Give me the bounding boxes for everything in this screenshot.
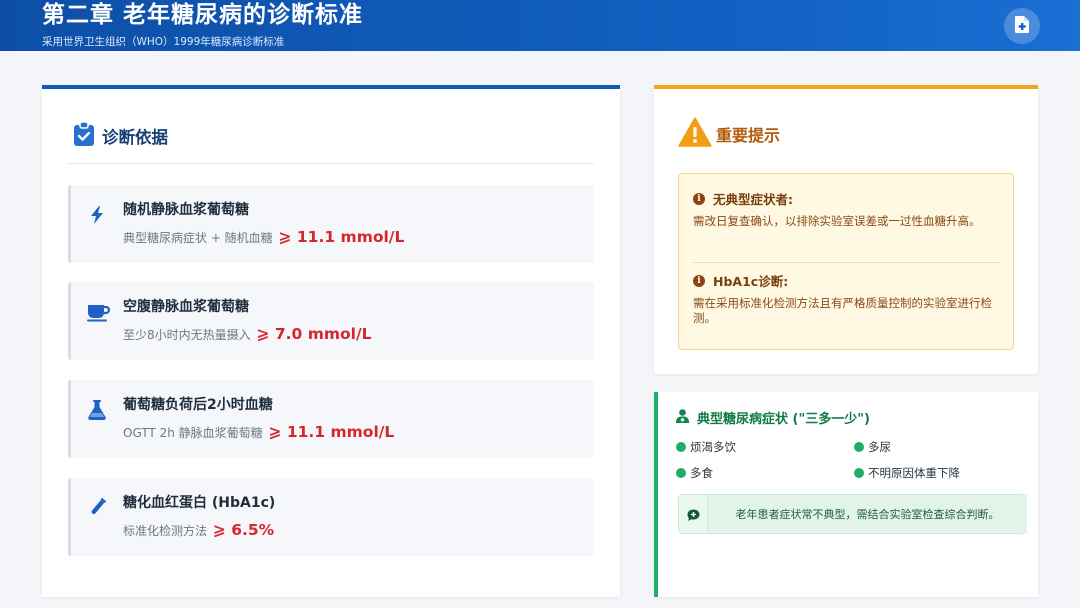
symptom-text: 不明原因体重下降 [868, 466, 960, 480]
criterion-value: ⩾ 11.1 mmol/L [268, 423, 395, 441]
notice-title: i 无典型症状者: [693, 189, 793, 208]
criterion-desc: OGTT 2h 静脉血浆葡萄糖 ⩾ 11.1 mmol/L [123, 423, 394, 441]
criterion-ogtt: 葡萄糖负荷后2小时血糖 OGTT 2h 静脉血浆葡萄糖 ⩾ 11.1 mmol/… [68, 380, 594, 458]
symptom-text: 多食 [690, 466, 713, 480]
important-notice-heading: 重要提示 [678, 117, 780, 151]
notice-title-text: 无典型症状者: [713, 192, 793, 207]
symptom-text: 烦渴多饮 [690, 440, 736, 454]
criterion-name: 葡萄糖负荷后2小时血糖 [123, 397, 273, 413]
criterion-fasting-glucose: 空腹静脉血浆葡萄糖 至少8小时内无热量摄入 ⩾ 7.0 mmol/L [68, 282, 594, 360]
criterion-value: ⩾ 11.1 mmol/L [278, 228, 405, 246]
diagnosis-heading-label: 诊断依据 [102, 128, 168, 147]
divider [68, 163, 594, 164]
notice-title-text: HbA1c诊断: [713, 274, 789, 289]
warning-triangle-icon [678, 117, 712, 151]
important-notice-card: 重要提示 i 无典型症状者: 需改日复查确认，以排除实验室误差或一过性血糖升高。… [654, 85, 1038, 374]
flask-icon [87, 400, 107, 420]
criterion-desc-text: 典型糖尿病症状 + 随机血糖 [123, 231, 273, 245]
important-notice-label: 重要提示 [716, 126, 781, 145]
symptom-text: 多尿 [868, 440, 891, 454]
clipboard-check-icon [74, 121, 94, 150]
bullet-icon [854, 468, 864, 478]
diagnosis-heading: 诊断依据 [74, 121, 168, 150]
criterion-value: ⩾ 7.0 mmol/L [256, 325, 372, 343]
symptoms-heading-label: 典型糖尿病症状 ("三多一少") [697, 412, 870, 427]
symptom-item: 烦渴多饮 [676, 439, 736, 455]
page-header: 第二章 老年糖尿病的诊断标准 采用世界卫生组织（WHO）1999年糖尿病诊断标准 [0, 0, 1080, 51]
diagnosis-card: 诊断依据 随机静脉血浆葡萄糖 典型糖尿病症状 + 随机血糖 ⩾ 11.1 mmo… [42, 85, 620, 597]
symptom-item: 多食 [676, 465, 713, 481]
criterion-hba1c: 糖化血红蛋白 (HbA1c) 标准化检测方法 ⩾ 6.5% [68, 478, 594, 556]
file-medical-icon [1015, 15, 1029, 37]
notice-title: i HbA1c诊断: [693, 271, 788, 290]
notice-box: i 无典型症状者: 需改日复查确认，以排除实验室误差或一过性血糖升高。 i Hb… [678, 173, 1014, 350]
criterion-desc: 典型糖尿病症状 + 随机血糖 ⩾ 11.1 mmol/L [123, 228, 404, 246]
bullet-icon [676, 442, 686, 452]
bullet-icon [676, 468, 686, 478]
symptoms-heading: 典型糖尿病症状 ("三多一少") [676, 408, 870, 427]
elderly-note-text: 老年患者症状常不典型，需结合实验室检查综合判断。 [707, 495, 1027, 533]
criterion-name: 糖化血红蛋白 (HbA1c) [123, 495, 276, 511]
criterion-desc-text: 标准化检测方法 [123, 524, 208, 538]
symptom-item: 多尿 [854, 439, 891, 455]
notice-text: 需在采用标准化检测方法且有严格质量控制的实验室进行检测。 [693, 296, 992, 325]
criterion-random-glucose: 随机静脉血浆葡萄糖 典型糖尿病症状 + 随机血糖 ⩾ 11.1 mmol/L [68, 185, 594, 263]
divider [693, 262, 1001, 263]
criterion-name: 空腹静脉血浆葡萄糖 [123, 299, 249, 315]
coffee-cup-icon [87, 302, 111, 322]
criterion-value: ⩾ 6.5% [212, 521, 275, 539]
comment-medical-icon [687, 507, 700, 526]
criterion-name: 随机静脉血浆葡萄糖 [123, 202, 249, 218]
page-title: 第二章 老年糖尿病的诊断标准 [42, 2, 364, 28]
criterion-desc-text: OGTT 2h 静脉血浆葡萄糖 [123, 426, 263, 440]
info-icon: i [693, 192, 705, 205]
document-button[interactable] [1004, 8, 1040, 44]
criterion-desc: 标准化检测方法 ⩾ 6.5% [123, 521, 274, 539]
bullet-icon [854, 442, 864, 452]
user-doctor-icon [676, 408, 689, 427]
criterion-desc: 至少8小时内无热量摄入 ⩾ 7.0 mmol/L [123, 325, 372, 343]
info-icon: i [693, 274, 705, 287]
symptom-item: 不明原因体重下降 [854, 465, 960, 481]
symptoms-card: 典型糖尿病症状 ("三多一少") 烦渴多饮 多尿 多食 不明原因体重下降 老年患… [654, 392, 1038, 597]
criterion-desc-text: 至少8小时内无热量摄入 [123, 328, 251, 342]
test-tube-icon [87, 498, 107, 518]
notice-text: 需改日复查确认，以排除实验室误差或一过性血糖升高。 [693, 214, 981, 228]
bolt-icon [87, 205, 107, 225]
page-subtitle: 采用世界卫生组织（WHO）1999年糖尿病诊断标准 [42, 36, 285, 48]
elderly-note: 老年患者症状常不典型，需结合实验室检查综合判断。 [678, 494, 1027, 534]
